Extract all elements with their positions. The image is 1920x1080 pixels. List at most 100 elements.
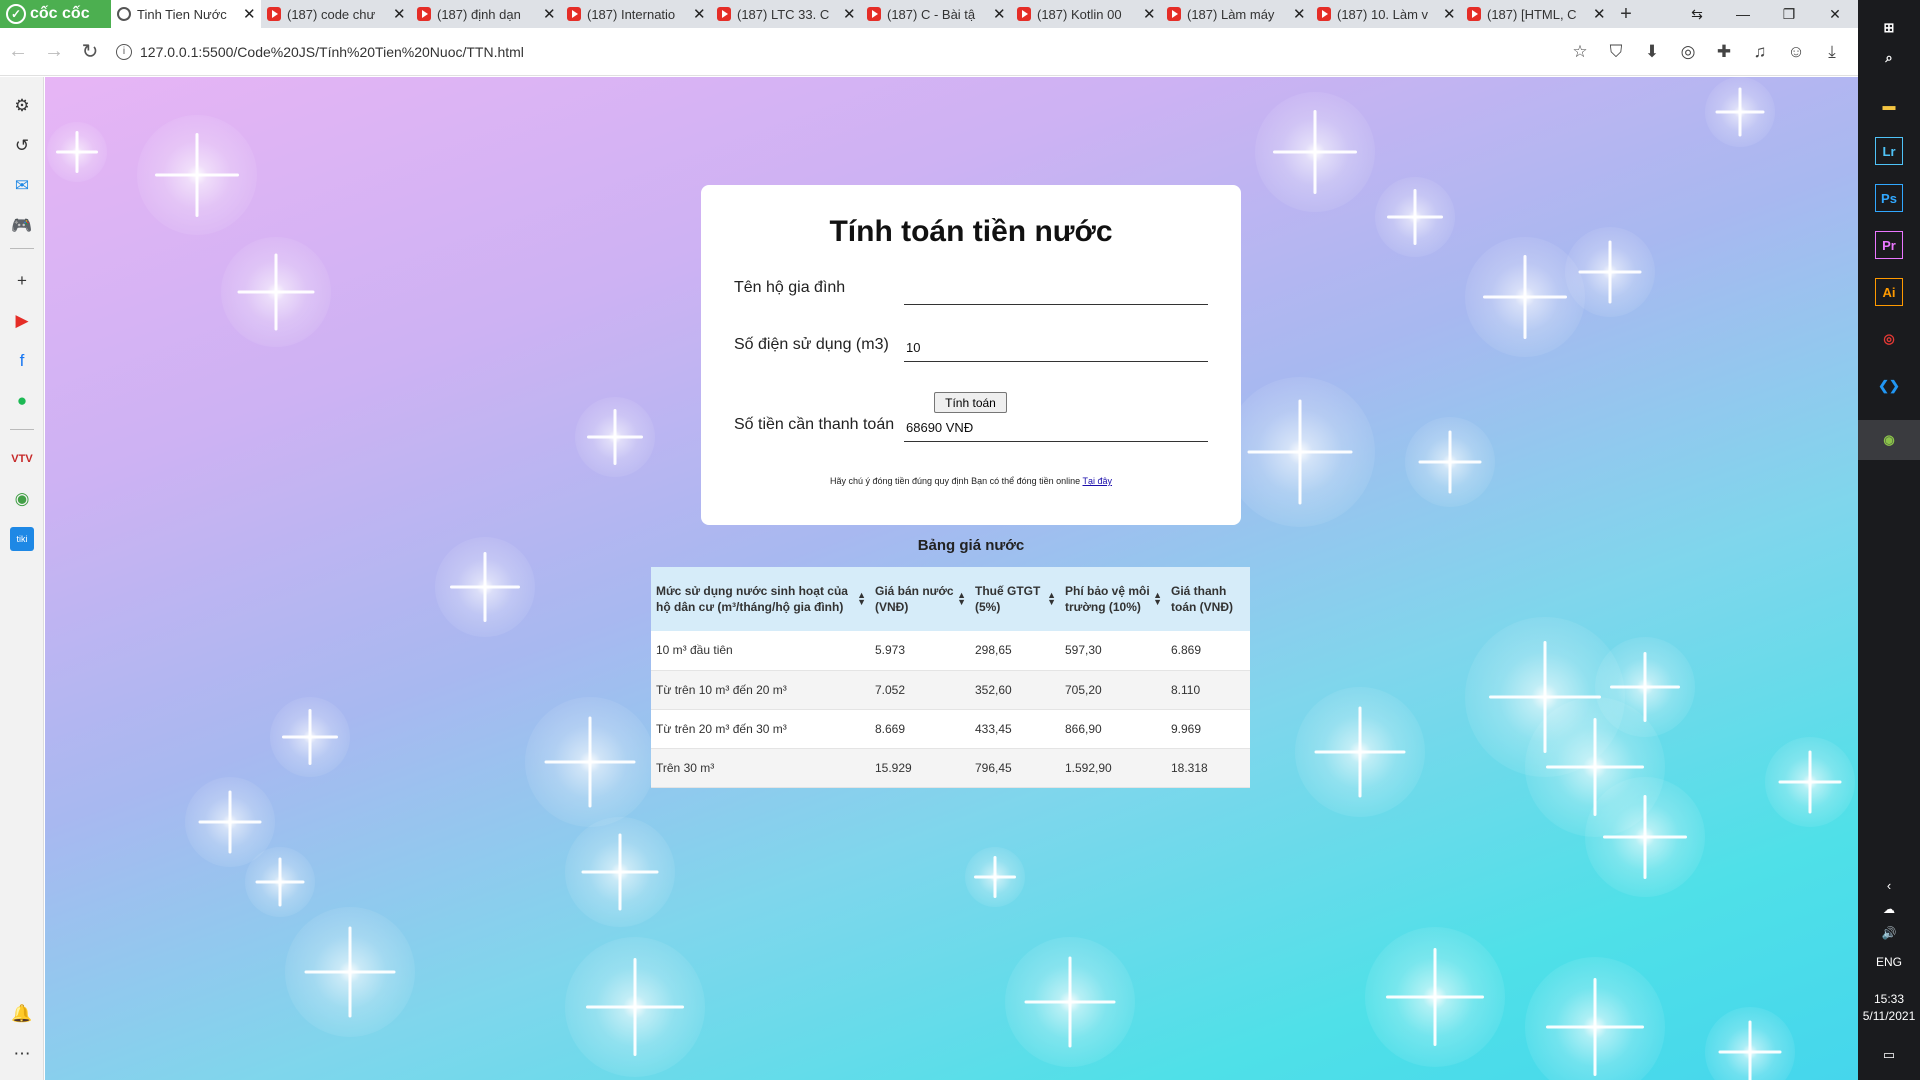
reload-icon[interactable]: ↻ <box>72 34 108 70</box>
close-tab-icon[interactable]: ✕ <box>1143 5 1156 23</box>
payment-label: Số tiền cần thanh toán <box>734 416 895 433</box>
info-icon[interactable]: i <box>116 43 132 60</box>
premiere-icon[interactable]: Pr <box>1875 231 1903 259</box>
close-tab-icon[interactable]: ✕ <box>543 5 556 23</box>
column-header[interactable]: Thuế GTGT (5%) ▲ ▼ <box>970 567 1060 631</box>
tiki-icon[interactable]: tiki <box>10 527 34 551</box>
tab-search-icon[interactable]: ⇆ <box>1674 0 1720 28</box>
calculate-button[interactable]: Tính toán <box>934 392 1007 413</box>
tab-tinh-tien-nuoc[interactable]: Tinh Tien Nước ✕ <box>111 0 261 28</box>
close-tab-icon[interactable]: ✕ <box>993 5 1006 23</box>
extensions-icon[interactable]: ✚ <box>1710 38 1738 66</box>
tab-youtube-9[interactable]: (187) [HTML, C ✕ <box>1461 0 1611 28</box>
table-row: Từ trên 10 m³ đến 20 m³ 7.052 352,60 705… <box>651 670 1250 710</box>
restore-icon[interactable]: ❐ <box>1766 0 1812 28</box>
tab-youtube-4[interactable]: (187) LTC 33. C ✕ <box>711 0 861 28</box>
illustrator-icon[interactable]: Ai <box>1875 278 1903 306</box>
sparkle-decoration <box>965 847 1025 907</box>
windows-start-icon[interactable]: ⊞ <box>1875 14 1903 42</box>
tab-youtube-1[interactable]: (187) code chư ✕ <box>261 0 411 28</box>
coccoc-taskbar-icon[interactable]: ◉ <box>1858 420 1920 460</box>
sparkle-decoration <box>1705 1007 1795 1080</box>
shield-icon[interactable]: ⛉ <box>1602 38 1630 66</box>
sparkle-decoration <box>285 907 415 1037</box>
tab-youtube-6[interactable]: (187) Kotlin 00 ✕ <box>1011 0 1161 28</box>
bookmark-star-icon[interactable]: ☆ <box>1566 38 1594 66</box>
tab-title: (187) LTC 33. C <box>737 6 830 22</box>
lightroom-icon[interactable]: Lr <box>1875 137 1903 165</box>
sparkle-decoration <box>1765 737 1855 827</box>
playlist-icon[interactable]: ♫ <box>1746 38 1774 66</box>
column-header[interactable]: Phí bảo vệ môi trường (10%) ▲ ▼ <box>1060 567 1166 631</box>
notification-bell-icon[interactable]: 🔔 <box>10 1002 34 1026</box>
file-explorer-icon[interactable]: ▬ <box>1875 91 1903 119</box>
new-tab-button[interactable]: + <box>1611 0 1641 28</box>
tab-title: (187) code chư <box>287 6 376 22</box>
add-icon[interactable]: + <box>10 269 34 293</box>
action-center-icon[interactable]: ▭ <box>1875 1041 1903 1069</box>
coccoc-menu-button[interactable]: ✓ cốc cốc <box>0 0 111 28</box>
column-header[interactable]: Mức sử dụng nước sinh hoạt của hộ dân cư… <box>651 567 870 631</box>
pay-online-link[interactable]: Tại đây <box>1083 476 1113 486</box>
brand-label: cốc cốc <box>30 5 90 22</box>
url-field[interactable]: i 127.0.0.1:5500/Code%20JS/Tính%20Tien%2… <box>108 36 1566 68</box>
tab-youtube-2[interactable]: (187) định dạn ✕ <box>411 0 561 28</box>
clock-time[interactable]: 15:33 <box>1858 992 1920 1006</box>
usage-input[interactable]: 10 <box>904 332 1208 362</box>
photoshop-icon[interactable]: Ps <box>1875 184 1903 212</box>
household-input[interactable] <box>904 275 1208 305</box>
close-tab-icon[interactable]: ✕ <box>393 5 406 23</box>
column-header[interactable]: Giá thanh toán (VNĐ) <box>1166 567 1250 631</box>
clock-date[interactable]: 5/11/2021 <box>1858 1009 1920 1023</box>
forward-icon[interactable]: → <box>36 34 72 70</box>
search-icon[interactable]: ⌕ <box>1875 44 1903 72</box>
payment-output[interactable]: 68690 VNĐ <box>904 412 1208 442</box>
windows-taskbar: ⊞ ⌕ ▬ Lr Ps Pr Ai ◎ ❮❯ ◉ ‹ ☁ 🔊 ENG 15:33… <box>1858 0 1920 1080</box>
table-cell: 705,20 <box>1060 670 1166 710</box>
column-header[interactable]: Giá bán nước (VNĐ) ▲ ▼ <box>870 567 970 631</box>
close-tab-icon[interactable]: ✕ <box>1293 5 1306 23</box>
close-tab-icon[interactable]: ✕ <box>243 5 256 23</box>
minimize-icon[interactable]: — <box>1720 0 1766 28</box>
close-tab-icon[interactable]: ✕ <box>1593 5 1606 23</box>
map-icon[interactable]: ◉ <box>10 487 34 511</box>
window-controls: ⇆ — ❐ ✕ <box>1674 0 1858 28</box>
address-bar-row: ← → ↻ i 127.0.0.1:5500/Code%20JS/Tính%20… <box>0 28 1858 76</box>
sort-icon: ▲ ▼ <box>957 590 966 607</box>
coccoc-extension-icon[interactable]: ◎ <box>1674 38 1702 66</box>
table-cell: 8.669 <box>870 709 970 749</box>
facebook-icon[interactable]: f <box>10 349 34 373</box>
history-icon[interactable]: ↺ <box>10 134 34 158</box>
profile-icon[interactable]: ☺ <box>1782 38 1810 66</box>
vscode-icon[interactable]: ❮❯ <box>1875 372 1903 400</box>
sparkle-decoration <box>435 537 535 637</box>
messenger-icon[interactable]: ✉ <box>10 174 34 198</box>
tab-title: (187) C - Bài tậ <box>887 6 976 22</box>
game-icon[interactable]: 🎮 <box>10 214 34 238</box>
spotify-icon[interactable]: ● <box>10 389 34 413</box>
volume-icon[interactable]: 🔊 <box>1875 919 1903 947</box>
close-window-icon[interactable]: ✕ <box>1812 0 1858 28</box>
language-indicator[interactable]: ENG <box>1858 955 1920 969</box>
household-label: Tên hộ gia đình <box>734 279 846 296</box>
app-red-icon[interactable]: ◎ <box>1875 325 1903 353</box>
close-tab-icon[interactable]: ✕ <box>843 5 856 23</box>
table-cell: 9.969 <box>1166 709 1250 749</box>
back-icon[interactable]: ← <box>0 34 36 70</box>
close-tab-icon[interactable]: ✕ <box>1443 5 1456 23</box>
table-cell: Trên 30 m³ <box>651 748 870 788</box>
tab-youtube-5[interactable]: (187) C - Bài tậ ✕ <box>861 0 1011 28</box>
table-cell: 18.318 <box>1166 748 1250 788</box>
sparkle-decoration <box>1225 377 1375 527</box>
more-icon[interactable]: ⋯ <box>10 1042 34 1066</box>
screen: ✓ cốc cốc Tinh Tien Nước ✕ (187) code ch… <box>0 0 1920 1080</box>
close-tab-icon[interactable]: ✕ <box>693 5 706 23</box>
downloads-icon[interactable]: ⤓ <box>1818 38 1846 66</box>
settings-icon[interactable]: ⚙ <box>10 94 34 118</box>
youtube-sidebar-icon[interactable]: ▶ <box>10 309 34 333</box>
vtv-icon[interactable]: VTV <box>10 447 34 471</box>
tab-youtube-8[interactable]: (187) 10. Làm v ✕ <box>1311 0 1461 28</box>
tab-youtube-7[interactable]: (187) Làm máy ✕ <box>1161 0 1311 28</box>
download-video-icon[interactable]: ⬇ <box>1638 38 1666 66</box>
tab-youtube-3[interactable]: (187) Internatio ✕ <box>561 0 711 28</box>
